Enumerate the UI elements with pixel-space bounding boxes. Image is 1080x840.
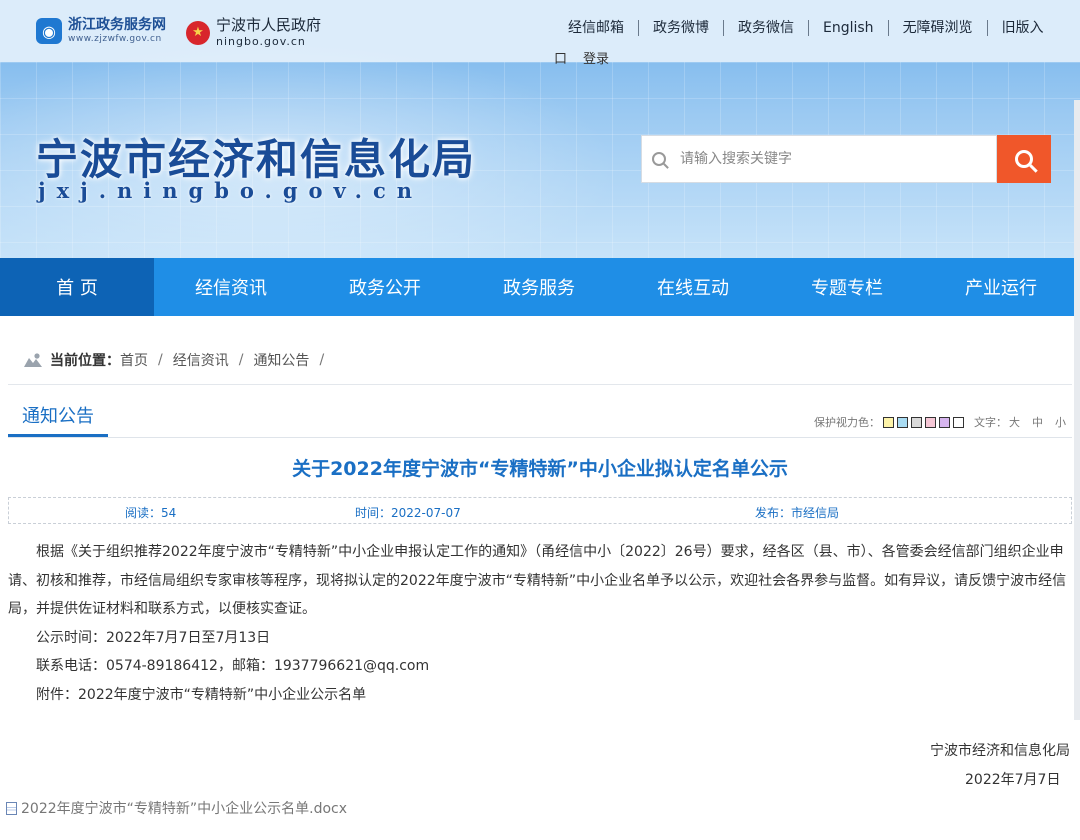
breadcrumb-sep: / xyxy=(238,352,244,368)
reading-tools: 保护视力色： 文字： 大 中 小 xyxy=(814,414,1066,430)
article-meta: 阅读：54 时间：2022-07-07 发布：市经信局 xyxy=(8,497,1072,524)
top-links: 经信邮箱 政务微博 政务微信 English 无障碍浏览 旧版入 口 登录 xyxy=(554,20,1074,67)
ningbo-gov-name: 宁波市人民政府 xyxy=(216,16,322,34)
search-bar xyxy=(641,135,1051,183)
article-paragraph: 附件：2022年度宁波市“专精特新”中小企业公示名单 xyxy=(36,686,367,703)
link-mailbox[interactable]: 经信邮箱 xyxy=(554,20,639,36)
breadcrumb-sep: / xyxy=(158,352,163,368)
color-swatch-blue[interactable] xyxy=(897,416,908,428)
color-swatch-pink[interactable] xyxy=(925,416,936,428)
link-old-version[interactable]: 旧版入 xyxy=(988,20,1058,36)
link-accessibility[interactable]: 无障碍浏览 xyxy=(889,20,988,36)
breadcrumb-label: 当前位置： xyxy=(50,353,120,369)
breadcrumb: 当前位置： 首页 / 经信资讯 / 通知公告 / xyxy=(24,350,334,370)
breadcrumb-news[interactable]: 经信资讯 xyxy=(173,350,229,370)
search-icon xyxy=(652,152,666,166)
article-reads: 阅读：54 xyxy=(125,506,177,520)
article-title: 关于2022年度宁波市“专精特新”中小企业拟认定名单公示 xyxy=(292,458,788,480)
article-paragraph: 根据《关于组织推荐2022年度宁波市“专精特新”中小企业申报认定工作的通知》（甬… xyxy=(8,544,1067,618)
nav-news[interactable]: 经信资讯 xyxy=(154,258,308,316)
color-swatch-purple[interactable] xyxy=(939,416,950,428)
search-button[interactable] xyxy=(997,135,1051,183)
site-domain: jxj.ningbo.gov.cn xyxy=(38,178,424,203)
color-swatch-gray[interactable] xyxy=(911,416,922,428)
divider xyxy=(8,384,1072,385)
ningbo-gov-logo[interactable]: ★ 宁波市人民政府 ningbo.gov.cn xyxy=(186,18,321,47)
zjzwfw-logo-icon: ◉ xyxy=(36,18,62,44)
zjzwfw-logo-url: www.zjzwfw.gov.cn xyxy=(68,34,162,44)
section-title: 通知公告 xyxy=(8,396,108,437)
zjzwfw-logo-name: 浙江政务服务网 xyxy=(68,17,166,33)
site-header: ◉ 浙江政务服务网 www.zjzwfw.gov.cn ★ 宁波市人民政府 ni… xyxy=(0,0,1080,258)
ningbo-gov-url: ningbo.gov.cn xyxy=(216,35,306,48)
link-english[interactable]: English xyxy=(809,20,889,36)
zjzwfw-logo[interactable]: ◉ 浙江政务服务网 www.zjzwfw.gov.cn xyxy=(36,18,166,44)
link-old-version-cont[interactable]: 口 xyxy=(554,48,567,67)
article-time: 时间：2022-07-07 xyxy=(355,506,461,520)
breadcrumb-notices[interactable]: 通知公告 xyxy=(253,350,309,370)
article-body: 根据《关于组织推荐2022年度宁波市“专精特新”中小企业申报认定工作的通知》（甬… xyxy=(8,538,1074,710)
color-swatch-yellow[interactable] xyxy=(883,416,894,428)
article-paragraph: 公示时间：2022年7月7日至7月13日 xyxy=(36,629,271,646)
link-login[interactable]: 登录 xyxy=(583,48,609,67)
article-date: 2022年7月7日 xyxy=(965,772,1061,788)
document-icon xyxy=(6,801,17,815)
link-weibo[interactable]: 政务微博 xyxy=(639,20,724,36)
font-size-small[interactable]: 小 xyxy=(1055,414,1066,430)
font-size-medium[interactable]: 中 xyxy=(1032,414,1043,430)
nav-online-interaction[interactable]: 在线互动 xyxy=(616,258,770,316)
font-size-label: 文字： xyxy=(974,416,1007,429)
search-button-icon xyxy=(1015,150,1033,168)
main-nav: 首 页 经信资讯 政务公开 政务服务 在线互动 专题专栏 产业运行 xyxy=(0,258,1080,316)
eye-protect-label: 保护视力色： xyxy=(814,416,880,429)
location-map-icon xyxy=(24,353,42,367)
link-wechat[interactable]: 政务微信 xyxy=(724,20,809,36)
breadcrumb-home[interactable]: 首页 xyxy=(120,350,148,370)
article-publisher: 发布：市经信局 xyxy=(755,506,840,520)
nav-special-columns[interactable]: 专题专栏 xyxy=(770,258,924,316)
breadcrumb-sep: / xyxy=(319,352,325,368)
nav-home[interactable]: 首 页 xyxy=(0,258,154,316)
search-input[interactable] xyxy=(678,150,982,168)
divider xyxy=(8,437,1072,438)
font-size-large[interactable]: 大 xyxy=(1009,414,1020,430)
color-swatch-white[interactable] xyxy=(953,416,964,428)
nav-gov-services[interactable]: 政务服务 xyxy=(462,258,616,316)
scrollbar[interactable] xyxy=(1074,100,1080,720)
nav-gov-affairs-open[interactable]: 政务公开 xyxy=(308,258,462,316)
attachment-filename: 2022年度宁波市“专精特新”中小企业公示名单.docx xyxy=(21,801,348,817)
article-paragraph: 联系电话：0574-89186412，邮箱：1937796621@qq.com xyxy=(36,658,430,675)
attachment-link[interactable]: 2022年度宁波市“专精特新”中小企业公示名单.docx xyxy=(6,798,347,818)
article-signature: 宁波市经济和信息化局 xyxy=(930,743,1070,759)
national-emblem-icon: ★ xyxy=(186,20,210,45)
nav-industry-operation[interactable]: 产业运行 xyxy=(924,258,1078,316)
